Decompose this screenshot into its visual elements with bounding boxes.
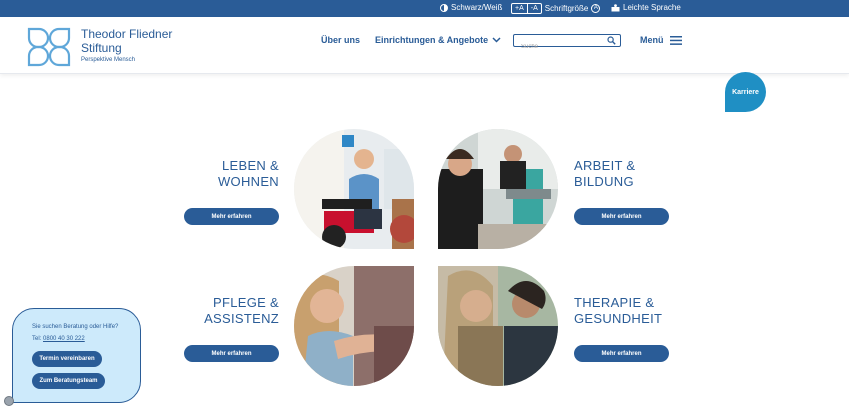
nav-menu-label: Menü xyxy=(640,35,664,45)
photo-therapy xyxy=(438,266,558,386)
hamburger-icon xyxy=(669,35,682,45)
chevron-down-icon xyxy=(492,37,501,43)
contrast-toggle[interactable]: Schwarz/Weiß xyxy=(440,3,502,12)
consultation-box: Sie suchen Beratung oder Hilfe? Tel: 080… xyxy=(12,308,141,403)
more-button-living[interactable]: Mehr erfahren xyxy=(184,208,279,225)
foundation-logo[interactable] xyxy=(23,27,75,67)
photo-living xyxy=(294,129,414,249)
category-title-work-line1: ARBEIT & xyxy=(574,158,636,173)
site-header: Theodor Fliedner Stiftung Perspektive Me… xyxy=(0,17,849,74)
category-title-therapy-line2: GESUNDHEIT xyxy=(574,311,663,326)
category-title-care-line2: ASSISTENZ xyxy=(204,311,279,326)
easy-language-icon xyxy=(611,3,620,11)
appointment-button[interactable]: Termin vereinbaren xyxy=(32,351,102,367)
easy-language-label: Leichte Sprache xyxy=(623,3,681,12)
contrast-label: Schwarz/Weiß xyxy=(451,3,503,12)
category-title-therapy: THERAPIE & GESUNDHEIT xyxy=(574,295,674,327)
category-title-living: LEBEN & WOHNEN xyxy=(200,158,279,190)
phone-prefix: Tel: xyxy=(32,336,44,342)
nav-institutions[interactable]: Einrichtungen & Angebote xyxy=(375,35,501,45)
font-increase-button[interactable]: +A xyxy=(512,4,527,13)
consultation-question: Sie suchen Beratung oder Hilfe? xyxy=(32,324,119,330)
contrast-icon xyxy=(440,3,448,12)
category-title-living-line1: LEBEN & xyxy=(221,158,279,173)
font-size-info-icon[interactable]: A xyxy=(591,4,601,13)
font-size-buttons: +A -A xyxy=(511,3,542,14)
brand-name[interactable]: Theodor Fliedner Stiftung Perspektive Me… xyxy=(81,27,172,65)
nav-institutions-label: Einrichtungen & Angebote xyxy=(375,35,489,45)
font-decrease-button[interactable]: -A xyxy=(526,4,541,13)
more-button-therapy[interactable]: Mehr erfahren xyxy=(574,345,669,362)
category-title-work-line2: BILDUNG xyxy=(574,174,634,189)
photo-care xyxy=(294,266,414,386)
search-box xyxy=(513,34,621,53)
consultation-team-button[interactable]: Zum Beratungsteam xyxy=(32,373,105,389)
nav-about[interactable]: Über uns xyxy=(321,35,360,45)
category-title-care: PFLEGE & ASSISTENZ xyxy=(190,295,279,327)
easy-language-link[interactable]: Leichte Sprache xyxy=(611,3,681,12)
consultation-phone: Tel: 0800 40 30 222 xyxy=(32,336,85,342)
brand-name-line2: Stiftung xyxy=(81,41,122,55)
more-button-care[interactable]: Mehr erfahren xyxy=(184,345,279,362)
category-title-living-line2: WOHNEN xyxy=(217,174,279,189)
brand-name-line1: Theodor Fliedner xyxy=(81,27,173,41)
phone-number-link[interactable]: 0800 40 30 222 xyxy=(43,336,85,342)
category-title-work: ARBEIT & BILDUNG xyxy=(574,158,664,190)
top-utility-bar: Schwarz/Weiß +A -A Schriftgröße A Leicht… xyxy=(0,0,849,17)
font-size-label: Schriftgröße xyxy=(544,4,589,13)
accessibility-widget-icon[interactable] xyxy=(4,396,14,406)
category-title-therapy-line1: THERAPIE & xyxy=(574,295,655,310)
career-badge[interactable]: Karriere xyxy=(725,72,766,112)
search-icon[interactable] xyxy=(607,36,616,45)
nav-menu[interactable]: Menü xyxy=(640,35,682,45)
font-size-controls: +A -A Schriftgröße A xyxy=(511,3,601,14)
search-input[interactable] xyxy=(514,41,602,53)
brand-tagline: Perspektive Mensch xyxy=(81,57,136,63)
photo-work xyxy=(438,129,558,249)
more-button-work[interactable]: Mehr erfahren xyxy=(574,208,669,225)
category-title-care-line1: PFLEGE & xyxy=(213,295,279,310)
